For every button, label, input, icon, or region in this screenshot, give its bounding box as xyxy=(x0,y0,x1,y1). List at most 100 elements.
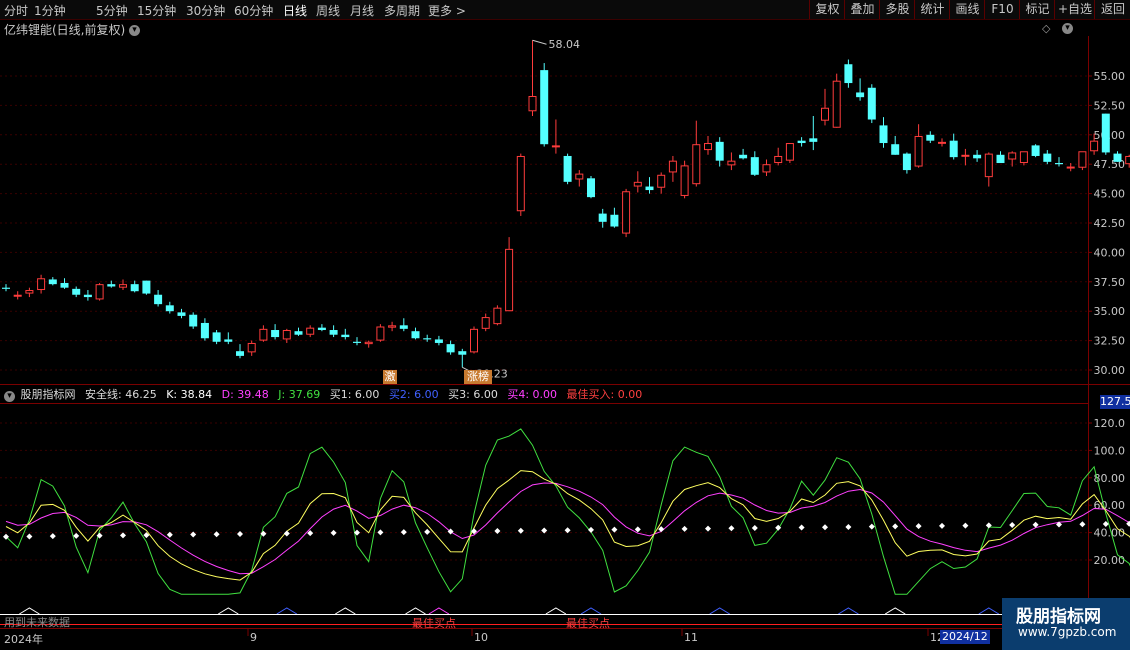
buy-signal-marker xyxy=(978,607,1000,615)
candle xyxy=(844,59,853,88)
candle xyxy=(692,120,701,187)
candle-body xyxy=(2,287,10,289)
candle xyxy=(704,135,712,155)
candle-body xyxy=(715,141,724,161)
high-price-label: 58.04 xyxy=(549,38,581,51)
candle xyxy=(1125,154,1130,168)
future-data-note: 用到未来数据 xyxy=(4,616,70,629)
price-tick-label: 45.00 xyxy=(1094,188,1126,201)
candle-body xyxy=(224,339,233,342)
candle-body xyxy=(294,331,303,335)
candle xyxy=(996,151,1005,164)
price-tick-label: 35.00 xyxy=(1094,305,1126,318)
diamond-icon[interactable]: ◇ xyxy=(1042,22,1050,35)
candle-body xyxy=(154,294,163,305)
candle xyxy=(938,138,946,147)
candle-body xyxy=(961,154,970,157)
candle-body xyxy=(832,80,841,128)
candle-body xyxy=(1055,163,1063,165)
candle-body xyxy=(236,351,244,356)
candle-body xyxy=(493,307,502,325)
candle-body xyxy=(1113,153,1122,162)
candle xyxy=(481,313,490,332)
indicator-k: K: 38.84 xyxy=(166,388,213,401)
candle xyxy=(224,332,233,345)
safe-line-dot xyxy=(705,525,711,532)
candlestick-series xyxy=(2,40,1130,368)
safe-line-dot xyxy=(681,525,688,532)
candle xyxy=(119,279,127,291)
safe-line-dot xyxy=(330,529,337,536)
candle-body xyxy=(680,165,689,196)
candle xyxy=(189,312,198,329)
date-month-9: 9 xyxy=(250,631,257,644)
candle xyxy=(739,148,748,160)
candle xyxy=(364,340,373,348)
candle xyxy=(984,152,993,187)
safe-line-dot xyxy=(798,524,805,531)
candle xyxy=(107,280,116,288)
candle xyxy=(1078,151,1087,171)
buy-signal-marker xyxy=(405,607,426,615)
price-tick-label: 40.00 xyxy=(1094,246,1126,259)
stock-name: 亿纬锂能(日线,前复权) xyxy=(4,23,126,37)
candle-body xyxy=(762,164,771,173)
candle-body xyxy=(949,140,958,158)
candle xyxy=(212,330,221,345)
candle xyxy=(1008,151,1017,167)
candle xyxy=(294,327,303,336)
candle xyxy=(341,328,350,340)
safe-line-dot xyxy=(213,531,220,538)
settings-icon[interactable]: ▾ xyxy=(1062,23,1073,34)
indicator-safe-line: 安全线: 46.25 xyxy=(85,388,157,401)
candle xyxy=(774,147,783,166)
candle xyxy=(867,84,876,124)
candle-body xyxy=(1101,113,1110,153)
badge-limit-up: 涨榜 xyxy=(464,370,492,384)
indicator-name[interactable]: 股朋指标网 xyxy=(21,388,76,401)
buy-signal-marker xyxy=(218,607,239,615)
safe-line-dot xyxy=(822,524,828,531)
candle xyxy=(458,348,467,368)
indicator-buy3: 买3: 6.00 xyxy=(448,388,498,401)
chevron-down-icon[interactable]: ▾ xyxy=(129,25,141,36)
candle-body xyxy=(60,282,69,288)
stock-title[interactable]: 亿纬锂能(日线,前复权) ▾ xyxy=(4,21,141,38)
safe-line-dot xyxy=(611,526,618,533)
candle xyxy=(411,327,420,340)
candle-body xyxy=(37,278,46,291)
candle xyxy=(1113,151,1122,162)
candle-body xyxy=(470,328,478,353)
date-month-10: 10 xyxy=(474,631,488,644)
candle-body xyxy=(575,173,584,180)
candle-body xyxy=(797,140,806,144)
candle xyxy=(505,237,514,312)
candle xyxy=(72,286,81,298)
candle xyxy=(1043,150,1052,165)
candle-body xyxy=(271,330,280,338)
indicator-tick-label: 100.0 xyxy=(1094,444,1126,457)
candle-body xyxy=(750,157,759,175)
price-tick-label: 37.50 xyxy=(1094,276,1126,289)
candle xyxy=(130,280,139,293)
candle xyxy=(48,277,57,286)
buy-signal-marker xyxy=(428,607,450,615)
candle-body xyxy=(13,294,22,297)
candle xyxy=(1066,163,1075,172)
candle xyxy=(399,318,408,332)
candle xyxy=(809,115,818,151)
indicator-settings-icon[interactable]: ▾ xyxy=(4,391,15,402)
candle xyxy=(470,326,478,354)
candle xyxy=(528,40,537,116)
safe-line-dot xyxy=(588,526,594,533)
kline-chart[interactable]: 55.0052.5050.0047.5045.0042.5040.0037.50… xyxy=(0,0,1130,650)
safe-line-dot xyxy=(658,526,665,533)
candle xyxy=(750,151,759,176)
candle-body xyxy=(107,284,116,287)
candle xyxy=(1055,157,1063,167)
safe-line-dot xyxy=(962,522,969,529)
candle-body xyxy=(821,107,829,121)
candle xyxy=(1031,144,1040,158)
candle-body xyxy=(388,325,397,328)
watermark-url: www.7gpzb.com xyxy=(1018,625,1117,639)
